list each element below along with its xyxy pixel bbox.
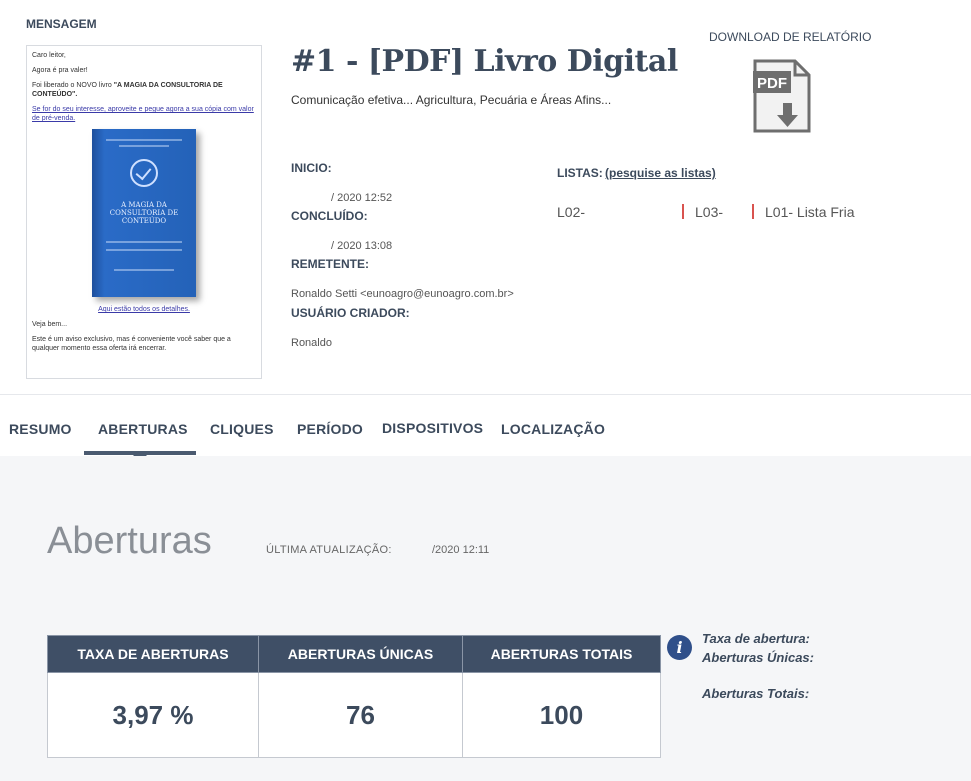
tab-periodo[interactable]: PERÍODO [297,421,363,437]
info-unique-opens: Aberturas Únicas: [702,650,814,665]
list-separator [682,204,684,219]
list-tag[interactable]: L01- Lista Fria [765,204,854,220]
sender-label: REMETENTE: [291,257,369,271]
tab-dispositivos[interactable]: DISPOSITIVOS [382,420,483,436]
list-tag[interactable]: L03- [695,204,723,220]
campaign-title: #1 - [PDF] Livro Digital [291,44,678,79]
total-opens-value: 100 [462,672,661,758]
preview-link-details[interactable]: Aqui estão todos os detalhes. [32,305,256,314]
creator-label: USUÁRIO CRIADOR: [291,306,410,320]
total-opens-header: ABERTURAS TOTAIS [462,635,661,673]
open-rate-header: TAXA DE ABERTURAS [47,635,259,673]
preview-announcement-text: Foi liberado o NOVO livro [32,82,114,89]
preview-line: Veja bem... [32,321,68,328]
unique-opens-header: ABERTURAS ÚNICAS [258,635,463,673]
search-lists-link[interactable]: (pesquise as listas) [605,166,716,180]
stats-value-row: 3,97 % 76 100 [47,672,661,758]
unique-opens-value: 76 [258,672,463,758]
open-rate-value: 3,97 % [47,672,259,758]
campaign-subtitle: Comunicação efetiva... Agricultura, Pecu… [291,93,612,107]
list-separator [752,204,754,219]
preview-line: Agora é pra valer! [32,67,88,74]
section-title: Aberturas [47,520,212,562]
email-preview[interactable]: Caro leitor, Agora é pra valer! Foi libe… [26,45,262,379]
lists-label: LISTAS: [557,166,603,180]
stats-header-row: TAXA DE ABERTURAS ABERTURAS ÚNICAS ABERT… [47,635,661,673]
tab-aberturas[interactable]: ABERTURAS [98,421,188,437]
opens-stats-table: TAXA DE ABERTURAS ABERTURAS ÚNICAS ABERT… [47,635,661,758]
preview-link-presale[interactable]: Se for do seu interesse, aproveite e peg… [32,105,256,123]
info-open-rate: Taxa de abertura: [702,631,810,646]
last-update-label: ÚLTIMA ATUALIZAÇÃO: [266,544,392,556]
last-update-value: /2020 12:11 [432,544,490,556]
report-tabs: RESUMO ABERTURAS CLIQUES PERÍODO DISPOSI… [0,396,971,462]
start-value: / 2020 12:52 [331,192,393,204]
start-label: INICIO: [291,161,332,175]
list-tag[interactable]: L02- [557,204,585,220]
tab-cliques[interactable]: CLIQUES [210,421,274,437]
info-total-opens: Aberturas Totais: [702,686,810,701]
book-cover-image: A MAGIA DA CONSULTORIA DE CONTEÚDO [92,129,196,297]
preview-greeting: Caro leitor, [32,52,66,59]
preview-announcement: Foi liberado o NOVO livro "A MAGIA DA CO… [32,81,256,99]
completed-label: CONCLUÍDO: [291,209,368,223]
book-cover-title: A MAGIA DA CONSULTORIA DE CONTEÚDO [109,201,179,225]
aberturas-section: Aberturas ÚLTIMA ATUALIZAÇÃO: /2020 12:1… [0,456,971,781]
tab-localizacao[interactable]: LOCALIZAÇÃO [501,421,605,437]
pdf-download-icon[interactable]: PDF [753,59,811,133]
message-label: MENSAGEM [26,17,97,31]
download-report-label: DOWNLOAD DE RELATÓRIO [709,30,872,44]
creator-value: Ronaldo [291,337,332,349]
sender-value: Ronaldo Setti <eunoagro@eunoagro.com.br> [291,288,514,300]
completed-value: / 2020 13:08 [331,240,393,252]
message-header-panel: MENSAGEM Caro leitor, Agora é pra valer!… [0,0,971,395]
svg-text:PDF: PDF [757,75,787,92]
info-icon[interactable]: i [667,635,692,660]
tab-resumo[interactable]: RESUMO [9,421,72,437]
preview-line: Este é um aviso exclusivo, mas é conveni… [32,336,231,352]
